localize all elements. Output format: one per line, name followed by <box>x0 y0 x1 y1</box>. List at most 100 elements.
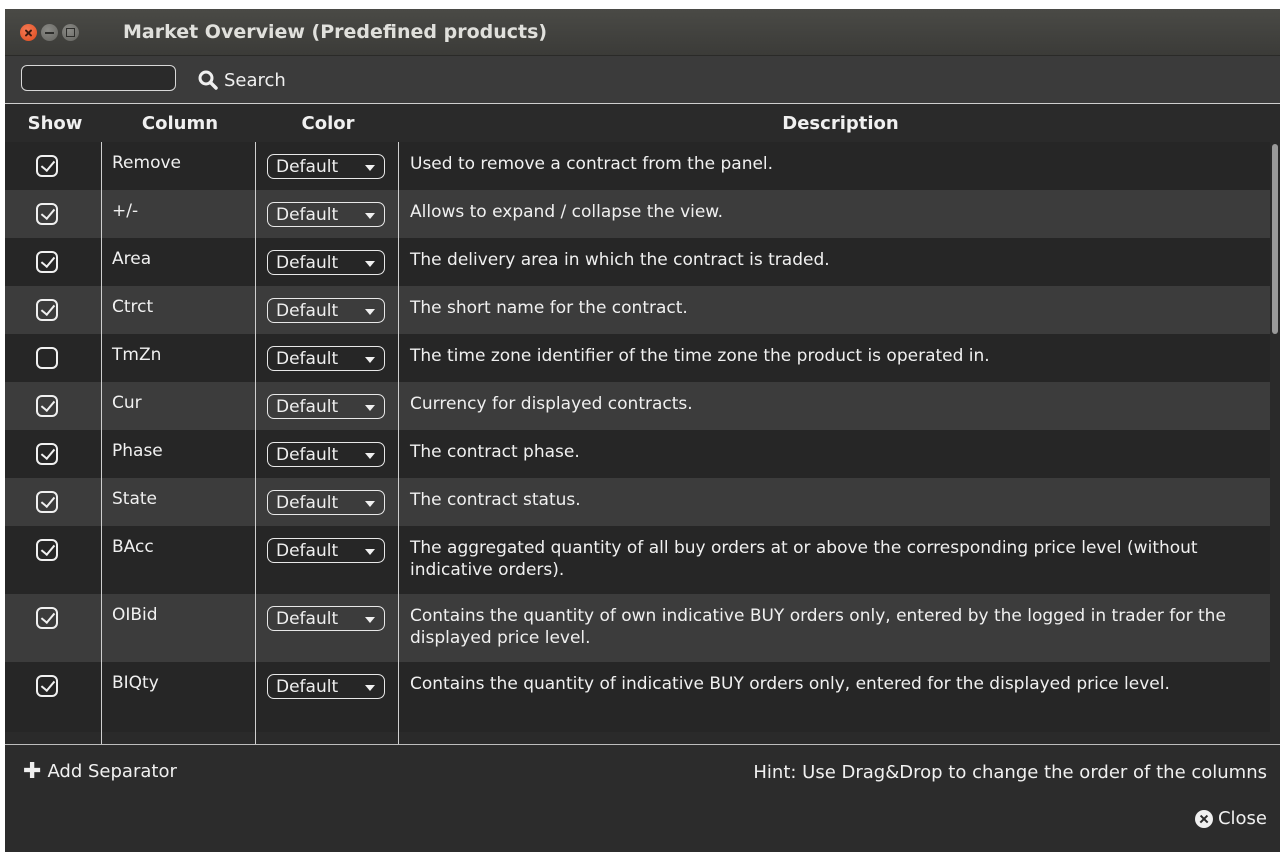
table-body: Remove Default Used to remove a contract f… <box>5 142 1270 732</box>
color-dropdown[interactable]: Default <box>267 202 385 227</box>
show-checkbox[interactable] <box>36 607 58 629</box>
color-dropdown-value: Default <box>276 445 339 465</box>
table-row[interactable]: OIBid Default Contains the quantity of own… <box>5 594 1270 662</box>
table-row[interactable]: State Default The contract status. <box>5 478 1270 526</box>
chevron-down-icon <box>365 617 375 623</box>
table-row[interactable]: Remove Default Used to remove a contract f… <box>5 142 1270 190</box>
add-separator-button[interactable]: ✚ Add Separator <box>23 758 177 784</box>
column-name: State <box>112 489 157 509</box>
search-button[interactable]: Search <box>198 68 286 92</box>
table-row[interactable]: Ctrct Default The short name for the contr… <box>5 286 1270 334</box>
color-dropdown[interactable]: Default <box>267 490 385 515</box>
header-color[interactable]: Color <box>255 113 401 134</box>
column-name: Ctrct <box>112 297 154 317</box>
header-column[interactable]: Column <box>101 113 259 134</box>
search-icon <box>198 70 218 90</box>
show-checkbox[interactable] <box>36 203 58 225</box>
column-name: +/- <box>112 201 139 221</box>
column-description: The time zone identifier of the time zon… <box>410 346 990 366</box>
color-dropdown-value: Default <box>276 349 339 369</box>
column-name: BIQty <box>112 673 159 693</box>
color-dropdown[interactable]: Default <box>267 346 385 371</box>
search-input[interactable] <box>21 65 176 91</box>
column-description: The short name for the contract. <box>410 298 688 318</box>
column-description: Currency for displayed contracts. <box>410 394 693 414</box>
column-description: Contains the quantity of indicative BUY … <box>410 674 1170 694</box>
table-row[interactable]: Cur Default Currency for displayed contrac… <box>5 382 1270 430</box>
window-maximize-button[interactable] <box>62 24 79 41</box>
show-checkbox[interactable] <box>36 299 58 321</box>
window-minimize-button[interactable] <box>41 24 58 41</box>
column-description: Allows to expand / collapse the view. <box>410 202 724 222</box>
color-dropdown[interactable]: Default <box>267 442 385 467</box>
add-separator-label: Add Separator <box>47 761 177 782</box>
close-circle-icon <box>1194 809 1213 828</box>
color-dropdown-value: Default <box>276 397 339 417</box>
vertical-scrollbar[interactable] <box>1270 142 1280 745</box>
column-name: BAcc <box>112 537 154 557</box>
show-checkbox[interactable] <box>36 251 58 273</box>
show-checkbox[interactable] <box>36 155 58 177</box>
show-checkbox[interactable] <box>36 539 58 561</box>
show-checkbox[interactable] <box>36 443 58 465</box>
column-name: OIBid <box>112 605 158 625</box>
plus-icon: ✚ <box>23 758 42 784</box>
header-description[interactable]: Description <box>401 113 1280 134</box>
column-divider <box>398 142 399 745</box>
column-description: The contract status. <box>410 490 581 510</box>
table-row[interactable]: Phase Default The contract phase. <box>5 430 1270 478</box>
chevron-down-icon <box>365 357 375 363</box>
color-dropdown-value: Default <box>276 493 339 513</box>
columns-table: Show Column Color Description Remove Defa… <box>5 103 1280 745</box>
scrollbar-thumb[interactable] <box>1272 144 1278 334</box>
color-dropdown-value: Default <box>276 677 339 697</box>
column-divider <box>101 142 102 745</box>
chevron-down-icon <box>365 309 375 315</box>
show-checkbox[interactable] <box>36 491 58 513</box>
column-divider <box>255 142 256 745</box>
chevron-down-icon <box>365 549 375 555</box>
column-description: Used to remove a contract from the panel… <box>410 154 774 174</box>
show-checkbox[interactable] <box>36 347 58 369</box>
chevron-down-icon <box>365 685 375 691</box>
table-header: Show Column Color Description <box>5 104 1280 142</box>
chevron-down-icon <box>365 213 375 219</box>
column-name: Remove <box>112 153 181 173</box>
color-dropdown[interactable]: Default <box>267 154 385 179</box>
column-name: Area <box>112 249 152 269</box>
column-description: Contains the quantity of own indicative … <box>410 606 1226 648</box>
color-dropdown[interactable]: Default <box>267 394 385 419</box>
color-dropdown-value: Default <box>276 157 339 177</box>
chevron-down-icon <box>365 261 375 267</box>
color-dropdown[interactable]: Default <box>267 606 385 631</box>
table-row[interactable]: BAcc Default The aggregated quantity of al… <box>5 526 1270 594</box>
column-name: TmZn <box>112 345 162 365</box>
color-dropdown-value: Default <box>276 301 339 321</box>
column-description: The contract phase. <box>410 442 580 462</box>
color-dropdown[interactable]: Default <box>267 298 385 323</box>
search-button-label: Search <box>224 69 286 91</box>
column-description: The delivery area in which the contract … <box>410 250 830 270</box>
footer: ✚ Add Separator Hint: Use Drag&Drop to c… <box>5 744 1280 852</box>
column-description: The aggregated quantity of all buy order… <box>410 538 1198 580</box>
search-bar: Search <box>5 56 1280 103</box>
chevron-down-icon <box>365 453 375 459</box>
color-dropdown[interactable]: Default <box>267 538 385 563</box>
table-row[interactable]: TmZn Default The time zone identifier of t… <box>5 334 1270 382</box>
table-row[interactable]: BIQty Default Contains the quantity of ind… <box>5 662 1270 732</box>
window-close-button[interactable] <box>20 24 37 41</box>
color-dropdown-value: Default <box>276 541 339 561</box>
color-dropdown-value: Default <box>276 205 339 225</box>
close-button[interactable]: Close <box>1194 808 1267 829</box>
header-show[interactable]: Show <box>5 113 105 134</box>
table-row[interactable]: +/- Default Allows to expand / collapse th… <box>5 190 1270 238</box>
column-name: Cur <box>112 393 142 413</box>
show-checkbox[interactable] <box>36 675 58 697</box>
color-dropdown-value: Default <box>276 253 339 273</box>
color-dropdown[interactable]: Default <box>267 250 385 275</box>
color-dropdown-value: Default <box>276 609 339 629</box>
chevron-down-icon <box>365 405 375 411</box>
color-dropdown[interactable]: Default <box>267 674 385 699</box>
show-checkbox[interactable] <box>36 395 58 417</box>
table-row[interactable]: Area Default The delivery area in which th… <box>5 238 1270 286</box>
